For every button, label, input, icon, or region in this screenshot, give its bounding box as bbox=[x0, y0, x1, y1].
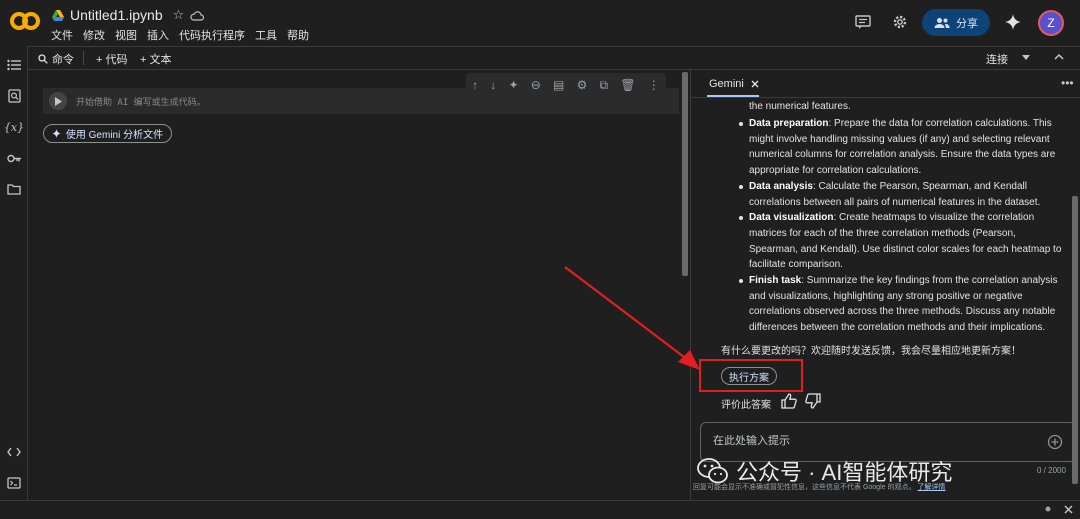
star-icon[interactable]: ☆ bbox=[173, 7, 185, 23]
status-bar bbox=[0, 500, 1080, 519]
play-icon bbox=[55, 96, 62, 106]
toolbar-divider bbox=[83, 51, 84, 65]
colab-logo[interactable] bbox=[10, 10, 40, 32]
comment-icon[interactable]: ▤ bbox=[553, 78, 564, 92]
command-palette-button[interactable]: 命令 bbox=[38, 51, 74, 67]
add-code-button[interactable]: + 代码 bbox=[96, 51, 127, 67]
table-of-contents-icon[interactable] bbox=[6, 57, 22, 73]
gemini-panel: Gemini ••• the numerical features. Data … bbox=[690, 70, 1080, 500]
command-label: 命令 bbox=[52, 54, 74, 66]
plan-step-title: Data analysis bbox=[749, 180, 813, 192]
menu-edit[interactable]: 修改 bbox=[83, 27, 105, 43]
add-circle-icon[interactable] bbox=[1047, 434, 1063, 450]
move-down-icon[interactable]: ↓ bbox=[490, 78, 496, 92]
gemini-analyze-file-label: 使用 Gemini 分析文件 bbox=[65, 130, 164, 141]
settings-icon[interactable] bbox=[890, 12, 910, 32]
add-text-label: + 文本 bbox=[140, 54, 172, 66]
response-text-continuation: the numerical features. bbox=[749, 101, 851, 112]
plan-step-title: Finish task bbox=[749, 275, 802, 287]
share-label: 分享 bbox=[956, 17, 978, 30]
link-icon[interactable]: ⊖ bbox=[531, 78, 541, 92]
gemini-spark-icon bbox=[51, 129, 61, 138]
avatar-letter: Z bbox=[1047, 16, 1055, 30]
watermark-text: 公众号 · AI智能体研究 bbox=[736, 460, 953, 485]
notebook-toolbar: 命令 + 代码 + 文本 连接 bbox=[28, 46, 1080, 70]
menu-help[interactable]: 帮助 bbox=[287, 27, 309, 43]
cell-toolbar: ↑ ↓ ✦ ⊖ ▤ ⚙ ⧉ 🗑 ⋮ bbox=[466, 73, 666, 97]
comment-icon[interactable] bbox=[853, 12, 873, 32]
delete-icon[interactable]: 🗑 bbox=[620, 78, 635, 92]
notebook-scrollbar[interactable] bbox=[682, 72, 688, 276]
plan-step: Finish task: Summarize the key findings … bbox=[735, 273, 1067, 336]
thumbs-down-icon[interactable] bbox=[804, 392, 822, 410]
close-icon[interactable] bbox=[751, 80, 759, 88]
dot-icon bbox=[1045, 506, 1051, 512]
followup-message: 有什么要更改的吗？欢迎随时发送反馈，我会尽量相应地更新方案！ bbox=[721, 346, 1021, 357]
wechat-logo bbox=[697, 458, 728, 484]
find-icon[interactable] bbox=[6, 88, 22, 104]
character-count: 0 / 2000 bbox=[1037, 466, 1066, 475]
menu-file[interactable]: 文件 bbox=[51, 27, 73, 43]
close-icon[interactable] bbox=[1064, 505, 1073, 514]
cell-placeholder: 开始借助 AI 编写或生成代码。 bbox=[76, 98, 206, 108]
gemini-analyze-file-button[interactable]: 使用 Gemini 分析文件 bbox=[43, 124, 172, 143]
plan-step-title: Data visualization bbox=[749, 212, 834, 224]
panel-divider bbox=[691, 97, 1080, 98]
menu-bar: 文件 修改 视图 插入 代码执行程序 工具 帮助 bbox=[51, 27, 309, 43]
tab-gemini-label: Gemini bbox=[709, 78, 744, 90]
plan-step: Data visualization: Create heatmaps to v… bbox=[735, 210, 1067, 273]
execute-plan-button[interactable]: 执行方案 bbox=[721, 367, 777, 385]
key-icon[interactable] bbox=[6, 150, 22, 166]
connect-label: 连接 bbox=[986, 54, 1008, 66]
search-icon bbox=[38, 54, 48, 64]
add-code-label: + 代码 bbox=[96, 54, 128, 66]
terminal-icon[interactable] bbox=[6, 475, 22, 491]
folder-icon[interactable] bbox=[6, 181, 22, 197]
menu-tools[interactable]: 工具 bbox=[255, 27, 277, 43]
plan-step-title: Data preparation bbox=[749, 118, 829, 129]
avatar[interactable]: Z bbox=[1038, 10, 1064, 36]
move-up-icon[interactable]: ↑ bbox=[472, 78, 478, 92]
plan-step: Data preparation: Prepare the data for c… bbox=[735, 116, 1067, 179]
prompt-input[interactable] bbox=[713, 435, 1033, 447]
chevron-down-icon[interactable] bbox=[1022, 55, 1030, 60]
menu-insert[interactable]: 插入 bbox=[147, 27, 169, 43]
menu-runtime[interactable]: 代码执行程序 bbox=[179, 27, 245, 43]
watermark: 公众号 · AI智能体研究 bbox=[696, 455, 952, 487]
drive-icon bbox=[52, 9, 64, 21]
menu-view[interactable]: 视图 bbox=[115, 27, 137, 43]
left-rail: {x} bbox=[0, 46, 28, 500]
tab-gemini[interactable]: Gemini bbox=[709, 78, 759, 90]
mirror-cell-icon[interactable]: ⧉ bbox=[600, 78, 609, 93]
more-options-icon[interactable]: ••• bbox=[1061, 76, 1074, 90]
run-cell-button[interactable] bbox=[49, 92, 67, 110]
settings-icon[interactable]: ⚙ bbox=[577, 78, 588, 92]
thumbs-up-icon[interactable] bbox=[780, 392, 798, 410]
gemini-spark-icon[interactable] bbox=[1003, 12, 1023, 32]
add-text-button[interactable]: + 文本 bbox=[140, 51, 171, 67]
title-row: Untitled1.ipynb ☆ bbox=[52, 7, 205, 23]
more-options-icon[interactable]: ⋮ bbox=[648, 78, 660, 92]
plan-step: Data analysis: Calculate the Pearson, Sp… bbox=[735, 179, 1067, 210]
top-header: Untitled1.ipynb ☆ 文件 修改 视图 插入 代码执行程序 工具 … bbox=[0, 0, 1080, 46]
share-button[interactable]: 分享 bbox=[922, 9, 990, 36]
code-snippets-icon[interactable] bbox=[6, 444, 22, 460]
gemini-spark-icon[interactable]: ✦ bbox=[509, 78, 519, 92]
variables-icon[interactable]: {x} bbox=[4, 119, 24, 135]
connect-button[interactable]: 连接 bbox=[986, 51, 1008, 67]
rate-answer-label: 评价此答案 bbox=[721, 400, 771, 411]
share-people-icon bbox=[934, 17, 950, 28]
plan-steps-list: Data preparation: Prepare the data for c… bbox=[735, 116, 1067, 336]
collapse-header-icon[interactable] bbox=[1054, 53, 1064, 60]
cloud-icon[interactable] bbox=[190, 10, 205, 21]
panel-scrollbar[interactable] bbox=[1072, 196, 1078, 484]
annotation-arrow bbox=[564, 266, 700, 370]
notebook-title[interactable]: Untitled1.ipynb bbox=[70, 7, 163, 23]
